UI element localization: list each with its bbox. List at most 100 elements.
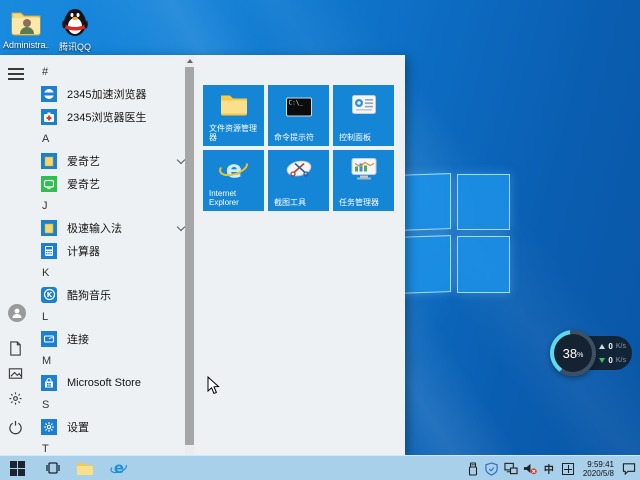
tile-task-manager[interactable]: 任务管理器 [333,150,394,211]
app-label: 极速输入法 [67,222,122,235]
app-label: Microsoft Store [67,376,141,389]
pictures-button[interactable] [8,366,26,384]
svg-text:e: e [114,459,124,477]
browser-taskbar-button[interactable]: e [106,456,132,480]
app-item-microsoft-store[interactable]: Microsoft Store [36,371,188,394]
clock-time: 9:59:41 [587,459,614,469]
task-view-icon [46,462,60,474]
iqiyi-app-icon [41,175,57,192]
tile-file-explorer[interactable]: 文件资源管理器 [203,85,264,146]
app-label: 连接 [67,333,89,346]
calculator-icon [41,242,57,259]
user-folder-icon [10,6,42,38]
upload-unit: K/s [615,342,626,350]
chevron-down-icon[interactable] [177,224,184,231]
download-value: 0 [608,355,613,365]
app-item-iqiyi[interactable]: 爱奇艺 [36,172,188,195]
tile-label: 文件资源管理器 [209,124,257,142]
control-panel-icon [351,95,376,119]
tile-label: 截图工具 [274,198,306,207]
app-label: 爱奇艺 [67,155,100,168]
app-item-2345-browser[interactable]: 2345加速浏览器 [36,82,188,105]
microsoft-store-icon [41,374,57,391]
app-label: 酷狗音乐 [67,289,111,302]
desktop-icon-qq[interactable]: 腾讯QQ [52,6,98,53]
section-header-m[interactable]: M [36,350,188,371]
app-item-2345-doctor[interactable]: 2345浏览器医生 [36,105,188,128]
snipping-tool-icon [284,158,314,187]
app-label: 2345浏览器医生 [67,111,147,124]
tile-snipping-tool[interactable]: 截图工具 [268,150,329,211]
settings-app-icon [41,418,57,435]
svg-text:K: K [46,291,52,299]
system-tray: 中 9:59:41 2020/5/8 [466,456,636,480]
section-header-a[interactable]: A [36,128,188,149]
desktop-icon-label: Administra... [3,40,49,50]
app-label: 设置 [67,421,89,434]
app-item-settings[interactable]: 设置 [36,415,188,438]
section-header-k[interactable]: K [36,262,188,283]
document-icon [10,341,21,356]
file-explorer-taskbar-button[interactable] [72,456,98,480]
command-prompt-icon: C:\_ [285,97,312,117]
start-button[interactable] [4,456,30,480]
section-header-t[interactable]: T [36,438,188,455]
section-header-j[interactable]: J [36,195,188,216]
desktop: Administra... 腾讯QQ 0 K/s 0 K/s 38 % # 23… [0,0,640,480]
scrollbar-up-arrow-icon[interactable] [185,57,194,65]
usb-device-icon[interactable] [466,461,480,476]
ime-mode-icon[interactable] [561,462,575,476]
internet-explorer-icon: e [218,155,250,190]
section-header-hash[interactable]: # [36,61,188,82]
app-item-connect[interactable]: 连接 [36,327,188,350]
folder-item-jisu-ime[interactable]: 极速输入法 [36,216,188,239]
file-explorer-icon [220,93,248,122]
tile-command-prompt[interactable]: C:\_ 命令提示符 [268,85,329,146]
security-shield-icon[interactable] [485,461,499,476]
app-list-scrollbar[interactable] [185,55,194,455]
mouse-cursor [207,375,220,400]
documents-button[interactable] [8,341,26,359]
download-arrow-icon [599,357,606,363]
upload-arrow-icon [599,343,606,349]
user-icon [12,308,22,318]
volume-muted-icon[interactable] [523,462,537,476]
ime-language-indicator[interactable]: 中 [542,462,556,476]
app-label: 计算器 [67,245,100,258]
gear-icon [9,392,22,405]
qq-penguin-icon [59,6,91,38]
section-header-s[interactable]: S [36,394,188,415]
tile-control-panel[interactable]: 控制面板 [333,85,394,146]
tile-label: 命令提示符 [274,133,314,142]
net-speed-widget[interactable]: 0 K/s 0 K/s 38 % [550,330,634,376]
start-menu-rail [0,55,34,455]
task-view-button[interactable] [40,456,66,480]
menu-expand-button[interactable] [8,65,26,83]
network-icon[interactable] [504,462,518,476]
tile-label: 任务管理器 [339,198,379,207]
2345-browser-icon [41,85,57,102]
tile-label: 控制面板 [339,133,371,142]
tile-internet-explorer[interactable]: e Internet Explorer [203,150,264,211]
wallpaper-windows-logo [396,173,512,294]
folder-item-iqiyi[interactable]: 爱奇艺 [36,149,188,172]
clock-date: 2020/5/8 [582,468,614,478]
app-item-kugou[interactable]: K 酷狗音乐 [36,283,188,306]
settings-button[interactable] [8,391,26,409]
chevron-down-icon[interactable] [177,157,184,164]
gauge-percent-unit: % [577,351,584,359]
action-center-icon[interactable] [622,462,636,476]
download-unit: K/s [615,356,626,364]
taskbar-clock[interactable]: 9:59:41 2020/5/8 [580,460,617,478]
ie-browser-icon: e [110,459,127,477]
scrollbar-thumb[interactable] [185,67,194,445]
user-avatar-button[interactable] [8,304,26,322]
pictures-icon [8,368,23,379]
logo-pane [457,174,510,230]
power-button[interactable] [8,420,26,438]
net-speed-gauge[interactable]: 38 % [550,330,596,376]
section-header-l[interactable]: L [36,306,188,327]
app-item-calculator[interactable]: 计算器 [36,239,188,262]
desktop-icon-administrator[interactable]: Administra... [3,6,49,50]
tile-label: Internet Explorer [209,189,239,207]
